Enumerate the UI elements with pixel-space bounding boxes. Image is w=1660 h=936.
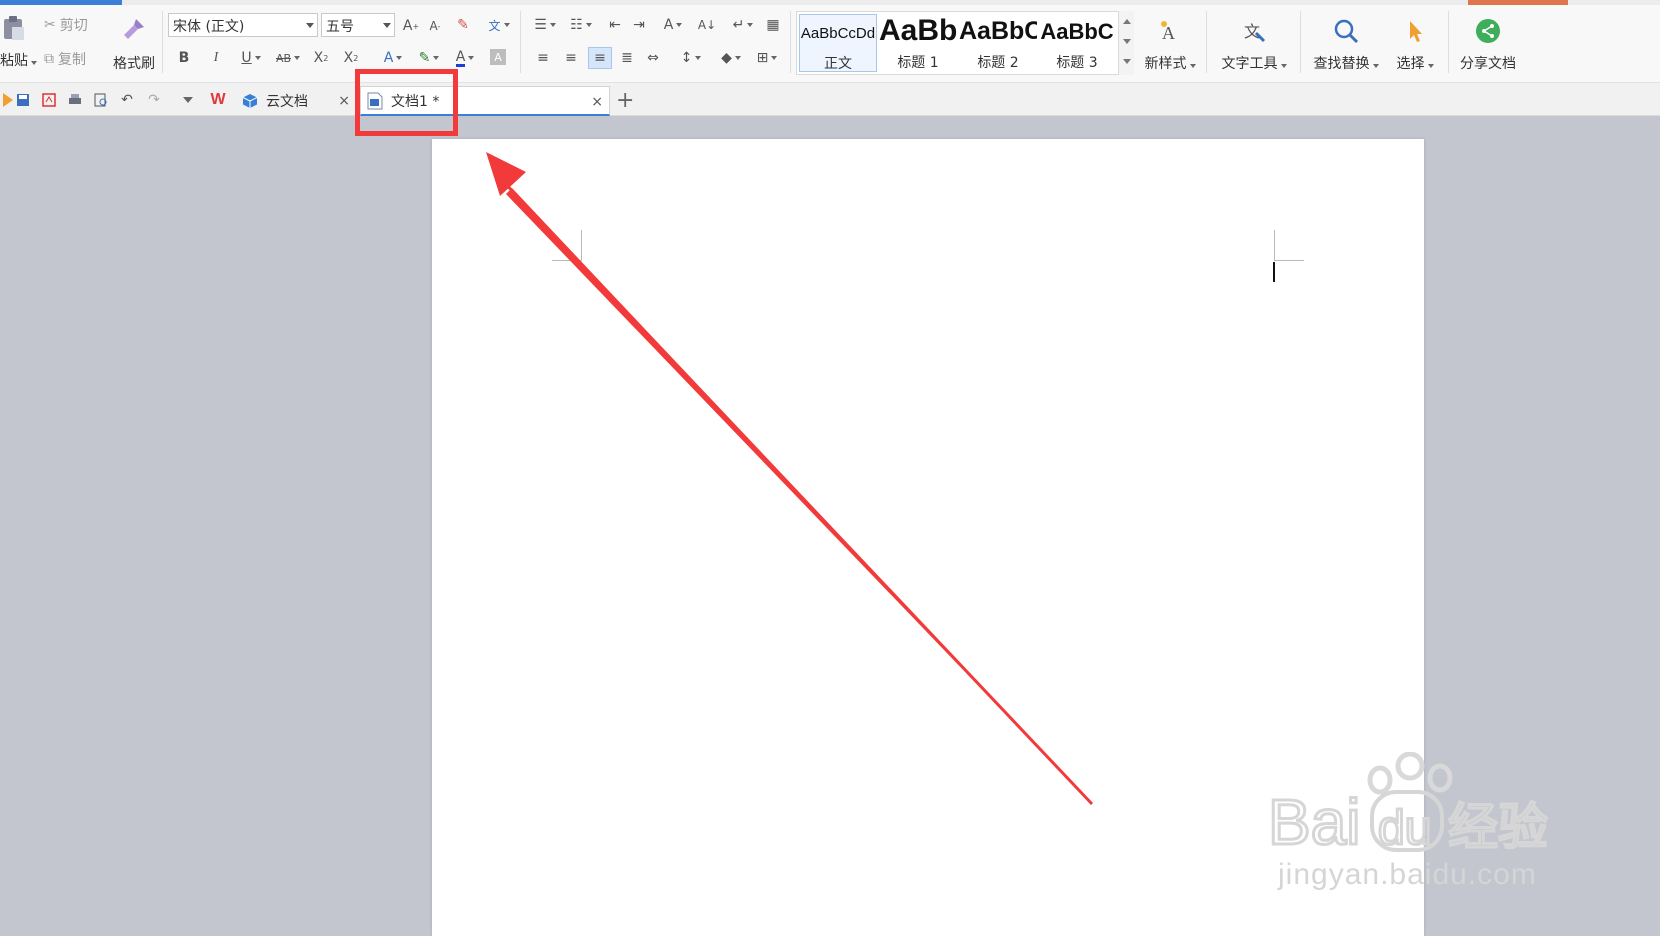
close-icon[interactable]: × xyxy=(338,93,350,109)
watermark-url: jingyan.baidu.com xyxy=(1278,858,1537,891)
expand-icon[interactable] xyxy=(1123,59,1131,64)
clear-format-icon[interactable]: ✎ xyxy=(454,16,472,34)
paragraph-shading-icon[interactable]: ◆ xyxy=(716,49,746,67)
line-spacing-icon[interactable]: ↕ xyxy=(676,49,706,67)
bold-icon[interactable]: B xyxy=(176,49,192,67)
group-divider xyxy=(1448,11,1449,73)
strikethrough-icon[interactable]: AB xyxy=(272,49,304,67)
document-tab-bar: ↶ ↷ W 云文档 × 文档1 * × xyxy=(0,83,1660,116)
bullet-list-icon[interactable]: ☰ xyxy=(530,16,560,34)
table-grid-icon[interactable]: ▦ xyxy=(764,16,782,34)
group-divider xyxy=(790,11,791,73)
margin-mark-left-v xyxy=(581,230,582,261)
align-center-icon[interactable]: ≡ xyxy=(562,49,580,67)
wps-logo-icon[interactable]: W xyxy=(207,91,229,108)
undo-icon[interactable]: ↶ xyxy=(119,92,135,108)
share-icon xyxy=(1476,19,1500,43)
ribbon-toolbar: 粘贴 ✂ 剪切 ⧉ 复制 格式刷 宋体 (正文) 五号 A + A- ✎ 文 B … xyxy=(0,5,1660,83)
styles-gallery: AaBbCcDd 正文 AaBb 标题 1 AaBbC 标题 2 AaBbC 标… xyxy=(796,11,1134,75)
group-divider xyxy=(1206,11,1207,73)
select-button[interactable]: 选择 xyxy=(1388,11,1442,77)
cursor-arrow-icon xyxy=(1410,21,1422,42)
chevron-down-icon xyxy=(383,23,391,28)
style-heading-3[interactable]: AaBbC 标题 3 xyxy=(1039,14,1115,72)
chevron-down-icon xyxy=(306,23,314,28)
numbered-list-icon[interactable]: ☷ xyxy=(566,16,596,34)
clipboard-group: 粘贴 ✂ 剪切 ⧉ 复制 格式刷 xyxy=(0,5,160,83)
font-family-select[interactable]: 宋体 (正文) xyxy=(168,13,318,37)
new-style-icon: A xyxy=(1161,21,1175,43)
close-icon[interactable]: × xyxy=(591,94,603,110)
style-heading-1[interactable]: AaBb 标题 1 xyxy=(879,14,957,72)
new-style-button[interactable]: A 新样式 xyxy=(1136,11,1204,77)
find-replace-button[interactable]: 查找替换 xyxy=(1306,11,1386,77)
scissors-icon: ✂ xyxy=(44,17,56,33)
save-icon[interactable] xyxy=(15,92,31,108)
annotation-highlight-box xyxy=(355,69,458,136)
text-cursor xyxy=(1273,262,1275,282)
font-color-icon[interactable]: A xyxy=(450,49,480,67)
sort-icon[interactable]: A↓ xyxy=(698,16,716,34)
border-icon[interactable]: ⊞ xyxy=(752,49,782,67)
show-marks-icon[interactable]: ↵ xyxy=(728,16,758,34)
format-painter-icon xyxy=(124,19,144,39)
group-divider xyxy=(1300,11,1301,73)
format-painter-button[interactable]: 格式刷 xyxy=(104,13,164,77)
chevron-up-icon[interactable] xyxy=(1123,19,1131,24)
superscript-icon[interactable]: X2 xyxy=(312,49,330,67)
new-file-icon[interactable] xyxy=(0,92,16,108)
increase-indent-icon[interactable]: ⇥ xyxy=(630,16,648,34)
text-tools-button[interactable]: 文 文字工具 xyxy=(1214,11,1294,77)
copy-button[interactable]: ⧉ 复制 xyxy=(44,49,86,69)
cube-icon xyxy=(242,93,258,113)
chevron-down-icon[interactable] xyxy=(1123,39,1131,44)
text-effect-icon[interactable]: A xyxy=(378,49,408,67)
share-document-button[interactable]: 分享文档 xyxy=(1452,11,1524,77)
style-heading-2[interactable]: AaBbC 标题 2 xyxy=(959,14,1037,72)
copy-icon: ⧉ xyxy=(44,51,54,67)
cut-button[interactable]: ✂ 剪切 xyxy=(44,15,88,35)
redo-icon[interactable]: ↷ xyxy=(146,92,162,108)
svg-text:经验: 经验 xyxy=(1448,798,1548,856)
phonetic-guide-icon[interactable]: 文 xyxy=(484,16,514,34)
char-shading-icon[interactable]: A xyxy=(490,49,506,65)
chinese-layout-icon[interactable]: A xyxy=(658,16,688,34)
highlight-icon[interactable]: ✎ xyxy=(414,49,444,67)
group-divider xyxy=(520,11,521,73)
export-pdf-icon[interactable] xyxy=(41,92,57,108)
styles-scroll[interactable] xyxy=(1118,11,1134,75)
print-icon[interactable] xyxy=(67,92,83,108)
paste-button[interactable]: 粘贴 xyxy=(0,50,37,70)
paste-icon[interactable] xyxy=(2,15,24,41)
text-tools-icon: 文 xyxy=(1244,22,1266,43)
customize-toolbar-icon[interactable] xyxy=(180,92,196,108)
margin-mark-left-h xyxy=(552,260,582,261)
svg-text:du: du xyxy=(1378,802,1431,855)
style-normal[interactable]: AaBbCcDd 正文 xyxy=(799,14,877,72)
font-size-select[interactable]: 五号 xyxy=(321,13,395,37)
print-preview-icon[interactable] xyxy=(93,92,109,108)
distribute-icon[interactable]: ⇔ xyxy=(644,49,662,67)
watermark-logo-text: Bai xyxy=(1268,786,1361,858)
new-tab-plus-icon[interactable]: + xyxy=(616,88,634,113)
group-divider xyxy=(162,11,163,73)
justify-icon[interactable]: ≣ xyxy=(618,49,636,67)
margin-mark-right-h xyxy=(1274,260,1304,261)
italic-icon[interactable]: I xyxy=(208,49,224,67)
tab-cloud-docs[interactable]: 云文档 × xyxy=(238,86,356,116)
shrink-font-icon[interactable]: A- xyxy=(426,17,444,35)
margin-mark-right-v xyxy=(1274,230,1275,261)
decrease-indent-icon[interactable]: ⇤ xyxy=(606,16,624,34)
align-left-icon[interactable]: ≡ xyxy=(534,49,552,67)
align-right-icon[interactable]: ≡ xyxy=(588,47,612,69)
find-replace-icon xyxy=(1334,19,1359,44)
grow-font-icon[interactable]: A + xyxy=(402,17,420,35)
subscript-icon[interactable]: X2 xyxy=(342,49,360,67)
underline-icon[interactable]: U xyxy=(238,49,264,67)
svg-text:文: 文 xyxy=(1244,22,1260,41)
